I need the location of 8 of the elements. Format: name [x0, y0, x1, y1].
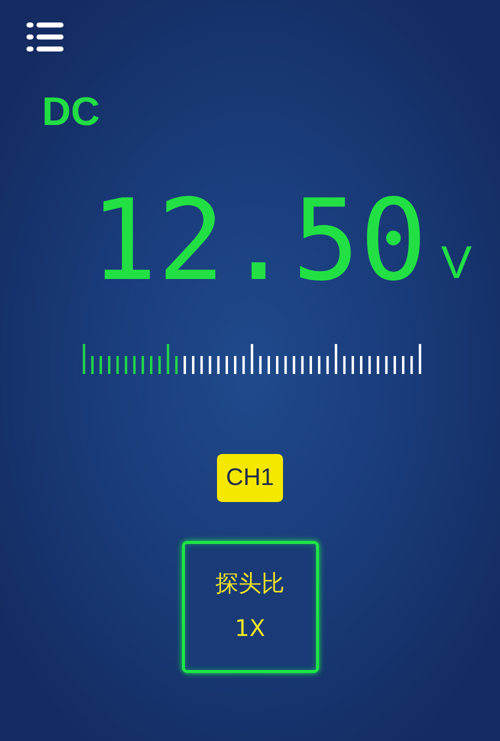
channel-badge[interactable]: CH1 — [216, 454, 283, 502]
probe-ratio-value: 1X — [234, 618, 266, 641]
voltage-reading: 12.50 — [90, 176, 428, 306]
unit-label: V — [441, 242, 472, 282]
mode-label: DC — [42, 92, 100, 132]
probe-ratio-label: 探头比 — [216, 573, 284, 596]
probe-ratio-button[interactable]: 探头比 1X — [182, 541, 318, 673]
menu-icon[interactable] — [26, 22, 64, 52]
